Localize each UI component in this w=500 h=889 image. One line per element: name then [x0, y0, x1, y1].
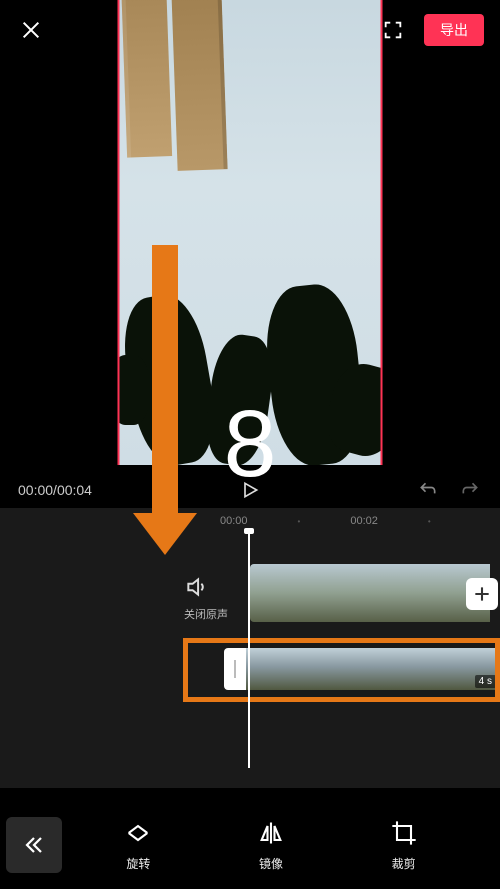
close-icon: [20, 19, 42, 41]
undo-icon: [416, 480, 440, 500]
crop-icon: [390, 819, 418, 847]
current-time: 00:00: [18, 482, 53, 498]
video-clip-primary[interactable]: [250, 564, 490, 622]
mute-label: 关闭原声: [184, 606, 228, 622]
time-display: 00:00/00:04: [18, 482, 92, 498]
rotate-icon: [124, 819, 152, 847]
crop-label: 裁剪: [392, 855, 416, 872]
chevrons-left-icon: [22, 833, 46, 857]
ruler-dot: •: [428, 517, 431, 526]
annotation-highlight-box: [183, 638, 500, 702]
timeline-area: 00:00 • 00:02 • 关闭原声 4 s: [0, 508, 500, 788]
mute-original-audio-button[interactable]: 关闭原声: [184, 574, 228, 622]
ruler-tick: 00:00: [220, 515, 248, 527]
export-button[interactable]: 导出: [424, 14, 484, 46]
plus-icon: [472, 584, 492, 604]
fullscreen-icon: [382, 19, 404, 41]
mute-icon: [184, 574, 210, 600]
bottom-toolbar: 旋转 镜像 裁剪: [0, 801, 500, 889]
total-time: 00:04: [57, 482, 92, 498]
mirror-icon: [257, 819, 285, 847]
top-header: 导出: [0, 0, 500, 60]
mirror-tool[interactable]: 镜像: [257, 819, 285, 872]
close-button[interactable]: [16, 15, 46, 45]
playhead[interactable]: [248, 530, 250, 768]
annotation-arrow: [152, 245, 178, 515]
video-track-primary[interactable]: [250, 564, 500, 622]
ruler-tick: 00:02: [350, 515, 378, 527]
rotate-tool[interactable]: 旋转: [124, 819, 152, 872]
rotate-label: 旋转: [126, 855, 150, 872]
redo-icon: [458, 480, 482, 500]
add-clip-button[interactable]: [466, 578, 498, 610]
ruler-dot: •: [298, 517, 301, 526]
mirror-label: 镜像: [259, 855, 283, 872]
collapse-toolbar-button[interactable]: [6, 817, 62, 873]
redo-button[interactable]: [458, 480, 482, 500]
fullscreen-button[interactable]: [380, 17, 406, 43]
crop-tool[interactable]: 裁剪: [390, 819, 418, 872]
undo-button[interactable]: [416, 480, 440, 500]
preview-overlay-number: 8: [224, 390, 277, 499]
